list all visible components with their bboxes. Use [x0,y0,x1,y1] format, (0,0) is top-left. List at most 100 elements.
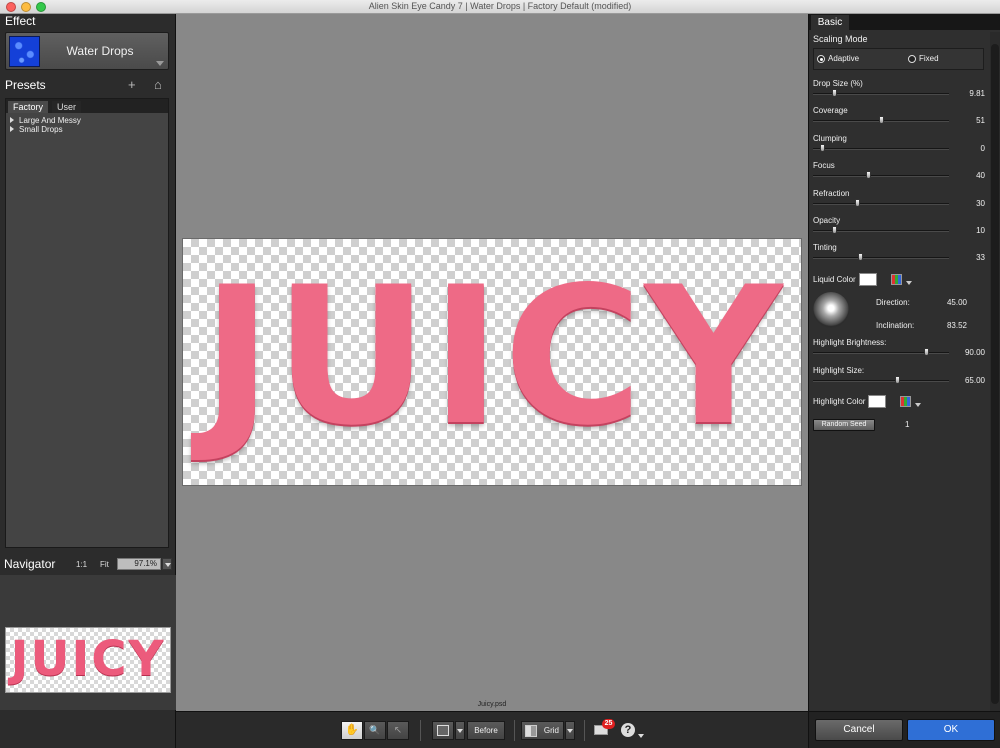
liquid-color-palette-icon[interactable] [891,274,912,285]
slider-track[interactable] [813,257,949,259]
slider-handle[interactable] [879,116,884,124]
adaptive-radio[interactable] [817,55,825,63]
fixed-label: Fixed [919,54,939,63]
slider-value[interactable]: 33 [945,253,985,262]
notification-count-badge: 25 [602,719,615,729]
disclosure-arrow-icon[interactable] [10,117,14,123]
slider-value[interactable]: 0 [945,144,985,153]
tab-basic[interactable]: Basic [811,15,849,30]
liquid-color-swatch[interactable] [859,273,877,286]
navigator-section-title: Navigator [4,557,56,571]
highlight-color-swatch[interactable] [868,395,886,408]
ok-button[interactable]: OK [907,719,995,741]
direction-value[interactable]: 45.00 [927,298,967,307]
notifications-icon[interactable]: 25 [594,719,615,735]
highlight-brightness-label: Highlight Brightness: [813,338,887,347]
tab-user[interactable]: User [52,101,82,113]
slider-handle[interactable] [858,253,863,261]
chevron-down-icon [567,729,573,733]
zoom-dropdown-icon[interactable] [162,558,172,570]
toolbar-divider [514,720,515,741]
highlight-color-palette-icon[interactable] [900,396,921,407]
presets-section-title: Presets [5,78,46,92]
slider-handle[interactable] [855,199,860,207]
navigator-thumbnail[interactable]: JUICY [5,627,171,693]
background-dropdown-icon[interactable] [455,721,465,740]
window-titlebar: Alien Skin Eye Candy 7 | Water Drops | F… [0,0,1000,14]
highlight-size-label: Highlight Size: [813,366,865,375]
help-dropdown-icon[interactable] [638,734,644,738]
slider-value[interactable]: 51 [945,116,985,125]
preset-folder-small-drops[interactable]: Small Drops [10,125,81,134]
window-title: Alien Skin Eye Candy 7 | Water Drops | F… [368,1,632,11]
home-icon[interactable]: ⌂ [154,77,162,92]
help-icon[interactable]: ? [621,723,635,737]
slider-label: Focus [813,161,835,170]
grid-icon [525,725,537,737]
grid-label: Grid [543,726,559,735]
zoom-1-to-1-button[interactable]: 1:1 [76,560,87,569]
slider-track[interactable] [813,203,949,205]
zoom-level-field[interactable]: 97.1% [117,558,161,570]
grid-dropdown-icon[interactable] [565,721,575,740]
highlight-size-value[interactable]: 65.00 [945,376,985,385]
random-seed-button[interactable]: Random Seed [813,419,875,431]
presets-tabs: Factory User [6,99,168,113]
slider-label: Refraction [813,189,850,198]
slider-value[interactable]: 40 [945,171,985,180]
slider-label: Coverage [813,106,848,115]
slider-value[interactable]: 9.81 [945,89,985,98]
slider-handle[interactable] [820,144,825,152]
preset-folder-label: Large And Messy [19,116,81,125]
chevron-down-icon [457,729,463,733]
slider-handle[interactable] [866,171,871,179]
slider-label: Clumping [813,134,847,143]
preset-folder-large-and-messy[interactable]: Large And Messy [10,116,81,125]
scaling-mode-title: Scaling Mode [813,34,868,44]
inclination-value[interactable]: 83.52 [927,321,967,330]
toolbar-divider [420,720,421,741]
document-preview[interactable]: JUICY [182,238,802,486]
zoom-tool-icon[interactable]: 🔍 [364,721,386,740]
adaptive-label: Adaptive [828,54,860,63]
chevron-down-icon [156,61,164,66]
cancel-button[interactable]: Cancel [815,719,903,741]
grid-button[interactable]: Grid [521,721,564,740]
random-seed-value[interactable]: 1 [905,420,909,429]
water-drops-thumbnail [9,36,40,67]
highlight-color-label: Highlight Color [813,397,866,406]
pointer-tool-icon[interactable]: ↖ [387,721,409,740]
background-swatch-icon [437,725,449,736]
slider-handle[interactable] [832,226,837,234]
light-direction-sphere[interactable] [813,292,849,328]
slider-value[interactable]: 30 [945,199,985,208]
disclosure-arrow-icon[interactable] [10,126,14,132]
document-text: JUICY [201,246,785,467]
settings-scrollbar-thumb[interactable] [991,44,999,704]
slider-handle[interactable] [832,89,837,97]
slider-value[interactable]: 10 [945,226,985,235]
highlight-size-track[interactable] [813,380,949,382]
effect-selector[interactable]: Water Drops [5,32,169,70]
slider-track[interactable] [813,175,949,177]
zoom-fit-button[interactable]: Fit [100,560,109,569]
preview-background-button[interactable] [432,721,454,740]
hand-tool-icon[interactable]: ✋ [341,721,363,740]
highlight-brightness-handle[interactable] [924,348,929,356]
direction-label: Direction: [876,298,910,307]
preset-folder-label: Small Drops [19,125,63,134]
preset-tree: Large And Messy Small Drops [10,116,81,134]
effect-name: Water Drops [66,44,134,58]
fixed-radio[interactable] [908,55,916,63]
right-panel: Basic Scaling Mode Adaptive Fixed Drop S… [808,14,1000,748]
settings-tabbar: Basic [809,14,1000,30]
before-button[interactable]: Before [467,721,505,740]
slider-track[interactable] [813,148,949,150]
highlight-brightness-value[interactable]: 90.00 [945,348,985,357]
navigator-thumb-text: JUICY [10,631,166,687]
add-preset-icon[interactable]: + [128,77,136,92]
tab-factory[interactable]: Factory [8,101,49,113]
effect-section-title: Effect [5,14,36,28]
bottom-toolbar: ✋ 🔍 ↖ Before Grid 25 ? [176,711,808,748]
highlight-size-handle[interactable] [895,376,900,384]
